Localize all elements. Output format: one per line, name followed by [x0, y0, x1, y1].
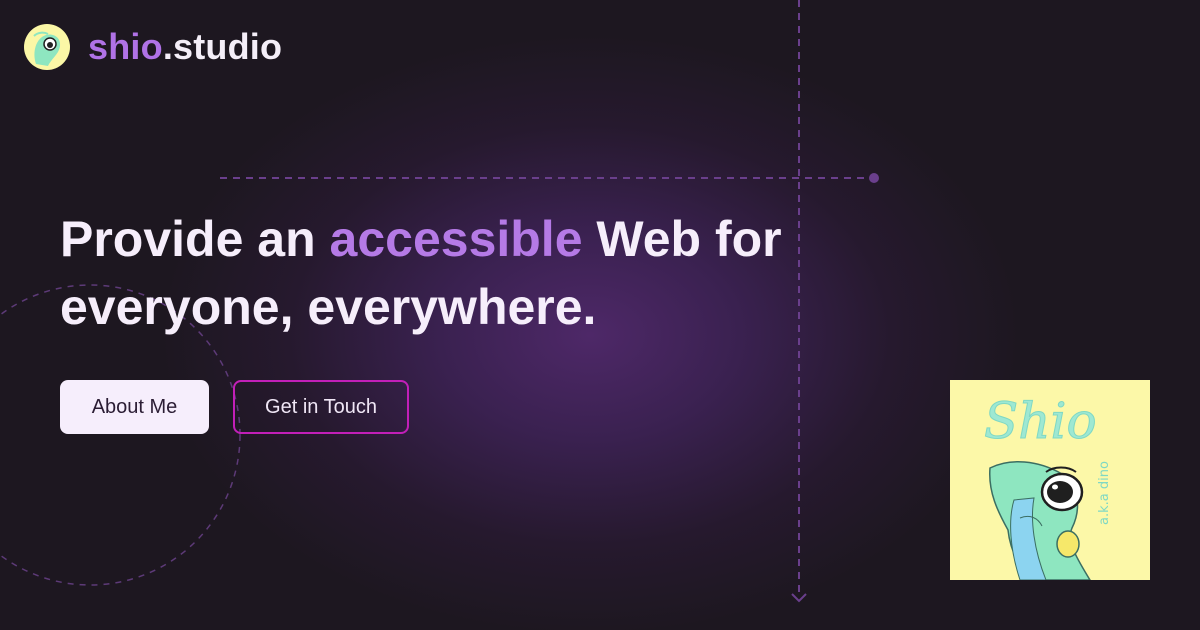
artwork-subtitle: a.k.a dino [1097, 461, 1112, 525]
headline-text-1: Provide an [60, 211, 330, 267]
arrow-down-icon [791, 593, 807, 603]
brand-accent: shio [88, 26, 163, 67]
about-me-button[interactable]: About Me [60, 380, 209, 434]
brand-name: shio.studio [88, 26, 282, 68]
artwork-title: Shio [984, 392, 1097, 450]
line-end-dot [869, 173, 879, 183]
brand-rest: .studio [162, 26, 283, 67]
site-logo[interactable]: shio.studio [24, 24, 282, 70]
dino-artwork: Shio a.k.a dino [950, 380, 1150, 580]
hero-headline: Provide an accessible Web for everyone, … [60, 205, 820, 341]
get-in-touch-button[interactable]: Get in Touch [233, 380, 409, 434]
dino-avatar-icon [33, 31, 61, 66]
headline-text-2: Web for [582, 211, 782, 267]
avatar [24, 24, 70, 70]
dino-illustration: Shio a.k.a dino [984, 392, 1112, 580]
headline-line-2: everyone, everywhere. [60, 279, 597, 335]
headline-accent: accessible [329, 211, 583, 267]
